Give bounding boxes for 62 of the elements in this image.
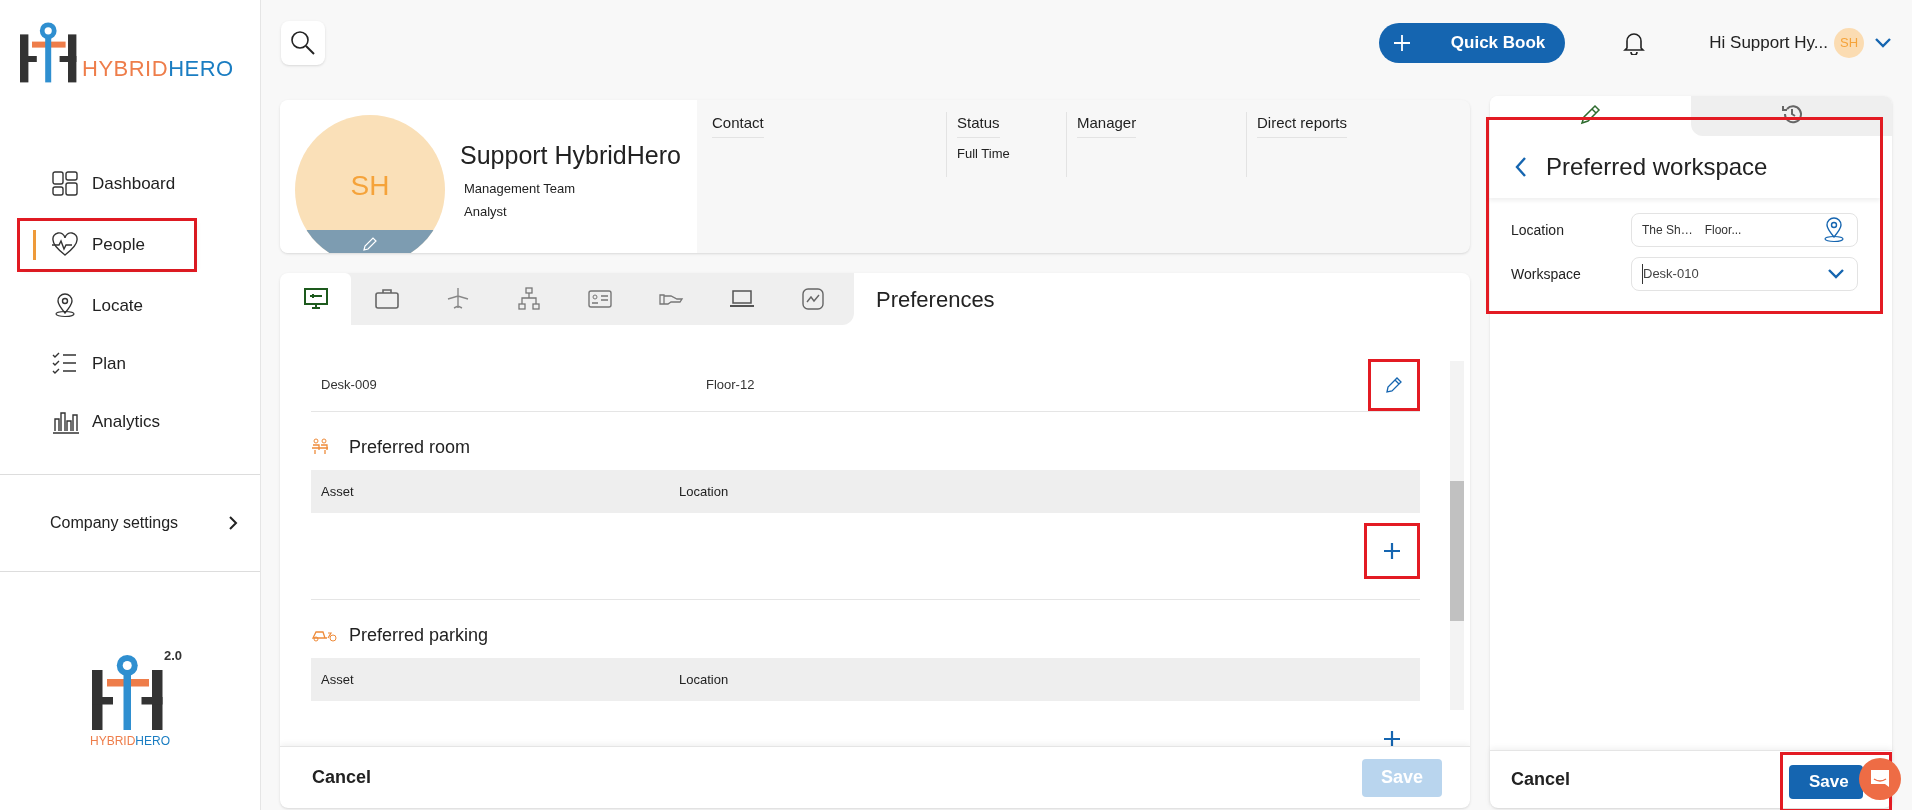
profile-role: Analyst bbox=[464, 203, 508, 221]
chevron-down-icon[interactable] bbox=[1874, 37, 1892, 49]
column-heading: Manager bbox=[1077, 112, 1137, 138]
save-button[interactable]: Save bbox=[1789, 764, 1863, 799]
plus-icon bbox=[1383, 542, 1401, 560]
history-icon bbox=[1779, 102, 1804, 126]
cancel-button[interactable]: Cancel bbox=[1511, 766, 1571, 793]
chevron-right-icon bbox=[228, 516, 238, 530]
search-icon bbox=[289, 29, 317, 57]
nav-item[interactable]: Analytics bbox=[20, 398, 261, 446]
pencil-icon bbox=[362, 236, 378, 252]
section-heading: Preferred parking bbox=[349, 623, 489, 647]
profile-name: Support HybridHero bbox=[460, 140, 681, 171]
tab[interactable] bbox=[280, 273, 351, 325]
panel-tab[interactable] bbox=[1691, 96, 1892, 136]
location-field[interactable]: The Sh… Floor... bbox=[1631, 213, 1858, 247]
panel-title: Preferred workspace bbox=[1546, 152, 1768, 182]
dashboard-icon bbox=[52, 171, 80, 197]
nav-item[interactable]: Plan bbox=[20, 340, 261, 388]
people-icon bbox=[52, 232, 80, 258]
profile-team: Management Team bbox=[464, 179, 577, 198]
org-icon bbox=[515, 286, 542, 312]
nav-item[interactable]: People bbox=[20, 221, 194, 269]
company-settings-link[interactable]: Company settings bbox=[50, 511, 179, 535]
column-header: Asset bbox=[320, 482, 355, 501]
pencil-icon bbox=[1385, 376, 1403, 394]
chart-icon bbox=[799, 286, 826, 312]
column-heading: Direct reports bbox=[1257, 112, 1348, 138]
column-header: Location bbox=[679, 482, 729, 501]
field-label: Location bbox=[1511, 220, 1565, 240]
table-cell-text: Desk-009 bbox=[320, 376, 378, 395]
nav-item[interactable]: Locate bbox=[20, 282, 261, 330]
map-pin-icon bbox=[1823, 217, 1845, 243]
column-header: Location bbox=[679, 670, 729, 689]
briefcase-icon bbox=[373, 286, 400, 312]
search-button[interactable] bbox=[281, 21, 325, 65]
cancel-button[interactable]: Cancel bbox=[312, 764, 372, 791]
column-header: Asset bbox=[320, 670, 355, 689]
workspace-dropdown[interactable]: Desk-010 bbox=[1631, 257, 1858, 291]
bell-icon[interactable] bbox=[1623, 31, 1646, 55]
section-title: Preferences bbox=[876, 285, 995, 314]
plus-icon bbox=[1392, 34, 1411, 52]
column-value: Full Time bbox=[957, 144, 1011, 163]
nav-item[interactable]: Dashboard bbox=[20, 160, 261, 208]
brand-name: HYBRIDHERO bbox=[82, 58, 234, 80]
plus-icon bbox=[1383, 730, 1401, 746]
section-heading: Preferred room bbox=[349, 435, 471, 459]
panel-tab[interactable] bbox=[1490, 96, 1691, 136]
brand-name: HYBRIDHERO bbox=[90, 733, 170, 750]
chevron-down-icon bbox=[1827, 268, 1845, 280]
chat-bubble-icon[interactable] bbox=[1858, 757, 1902, 801]
analytics-icon bbox=[52, 409, 80, 435]
quick-book-button[interactable]: Quick Book bbox=[1378, 23, 1566, 63]
table-cell-text: Floor-12 bbox=[706, 376, 756, 395]
back-icon[interactable] bbox=[1514, 156, 1528, 178]
version-label: 2.0 bbox=[163, 647, 182, 665]
field-label: Workspace bbox=[1511, 264, 1582, 284]
scrollbar[interactable] bbox=[1450, 361, 1464, 710]
user-greeting[interactable]: Hi Support Hy... bbox=[1709, 30, 1828, 56]
column-heading: Status bbox=[957, 112, 1000, 138]
pencil-icon bbox=[1578, 102, 1603, 126]
column-heading: Contact bbox=[712, 112, 764, 138]
